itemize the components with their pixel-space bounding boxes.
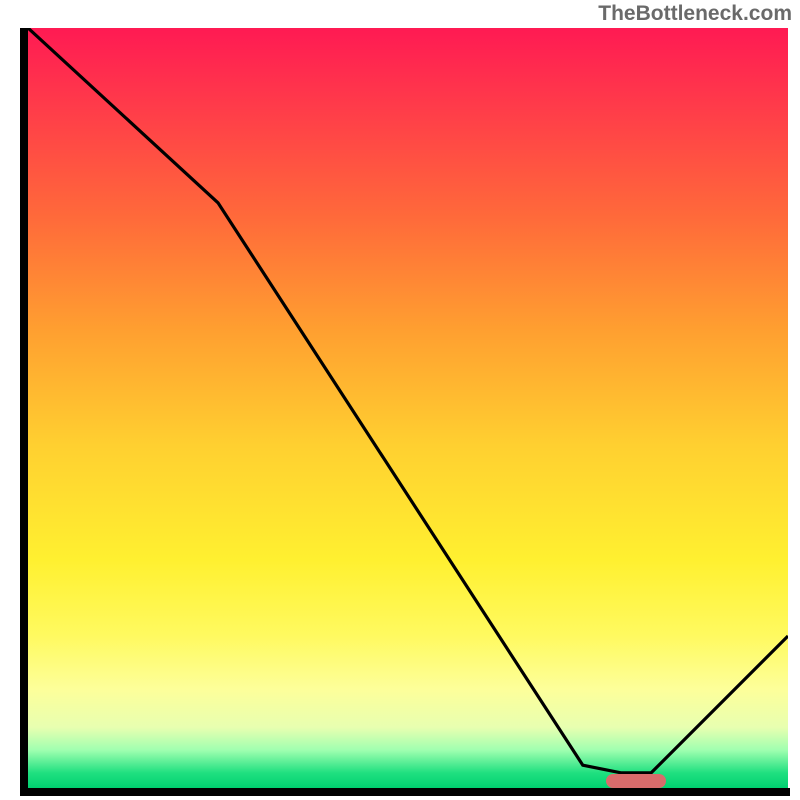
chart-svg	[28, 28, 788, 788]
watermark-text: TheBottleneck.com	[598, 2, 792, 26]
x-axis	[20, 788, 790, 796]
chart-container: TheBottleneck.com	[0, 0, 800, 800]
optimal-range-marker	[606, 774, 667, 788]
bottleneck-curve	[28, 28, 788, 773]
y-axis	[20, 28, 28, 790]
